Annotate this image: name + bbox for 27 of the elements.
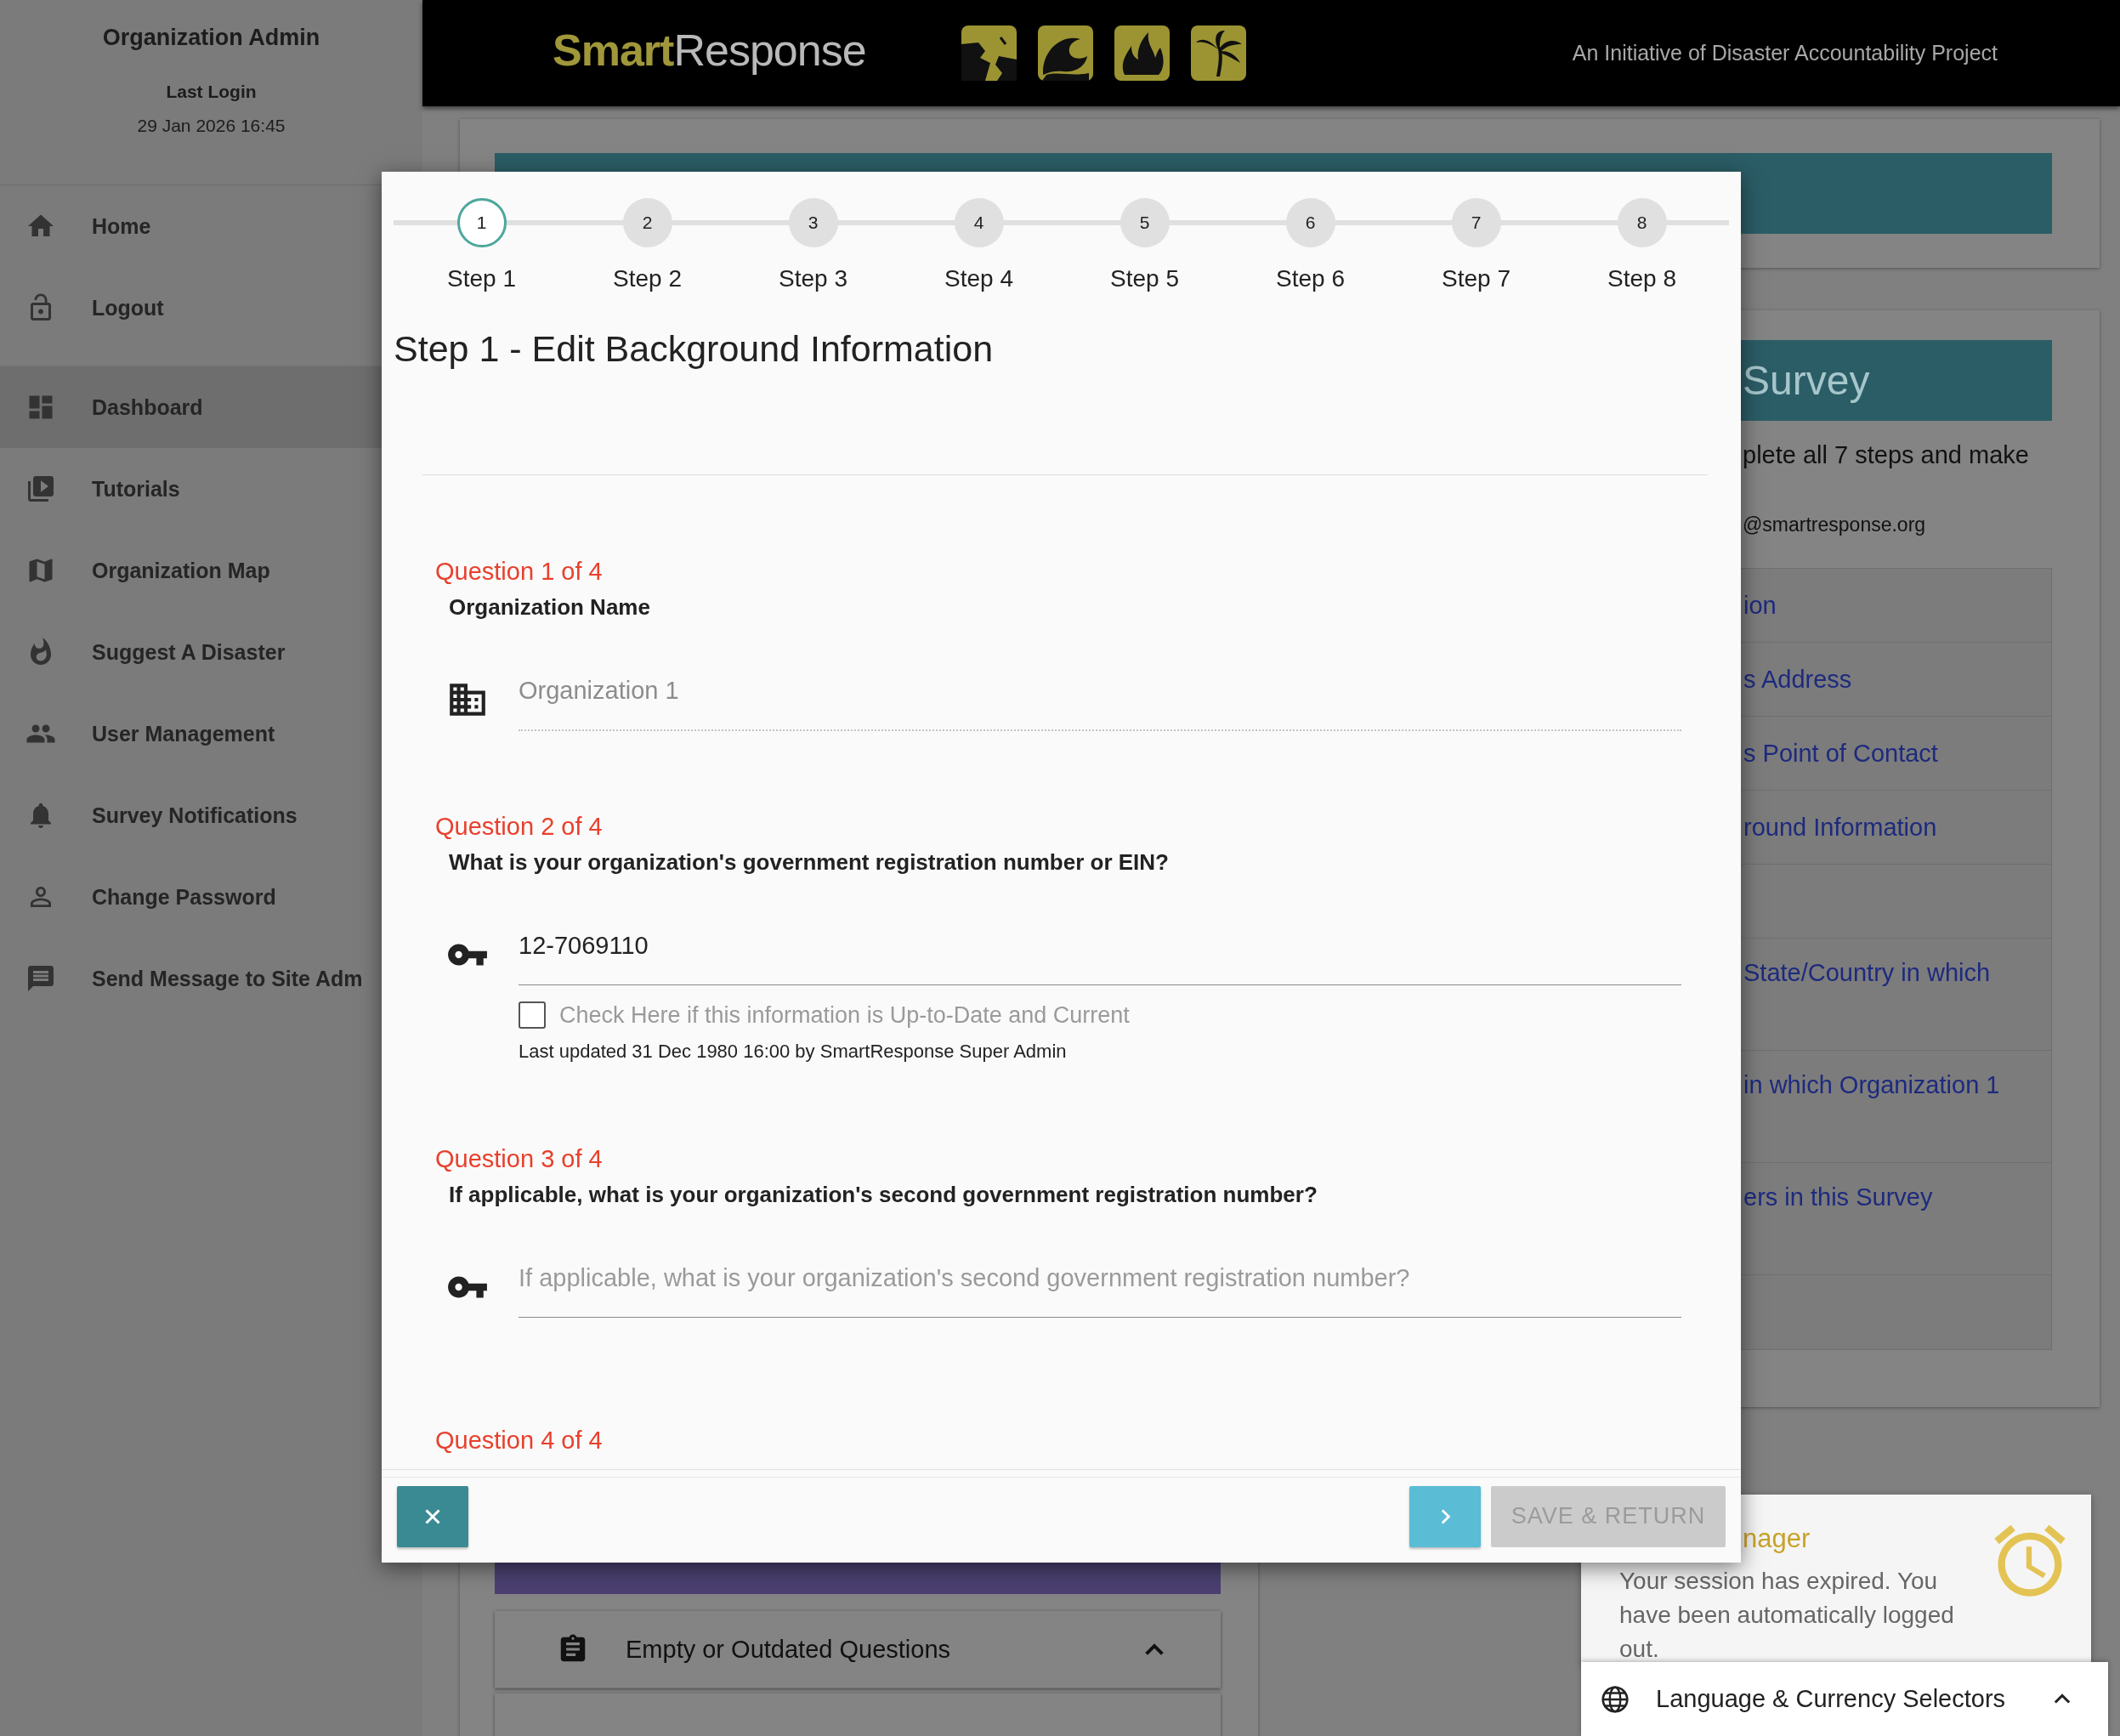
checkbox-label: Check Here if this information is Up-to-Date and Current bbox=[559, 1001, 1130, 1029]
intro-text: plete all 7 steps and make bbox=[1743, 440, 2030, 470]
step-label: Step 7 bbox=[1442, 264, 1511, 293]
step-label: Step 1 bbox=[447, 264, 516, 293]
question-counter: Question 4 of 4 bbox=[435, 1426, 604, 1455]
question-text: If applicable, what is your organization's second government registration number? bbox=[448, 1181, 1318, 1209]
step-label: Step 8 bbox=[1607, 264, 1676, 293]
step-label: Step 6 bbox=[1276, 264, 1345, 293]
question-counter: Question 2 of 4 bbox=[435, 812, 604, 842]
banner-title: Survey bbox=[1743, 357, 1870, 404]
toast-message: Your session has expired. You have been automatically logged out. bbox=[1619, 1567, 1955, 1664]
toast-title: nager bbox=[1742, 1523, 1811, 1555]
tagline: An Initiative of Disaster Accountability Project bbox=[1572, 41, 1998, 65]
email-text: @smartresponse.org bbox=[1743, 513, 1927, 537]
last-login-label: Last Login bbox=[166, 81, 257, 103]
smartresponse-logo: SmartResponse bbox=[553, 24, 866, 76]
last-updated-note: Last updated 31 Dec 1980 16:00 by SmartResponse Super Admin bbox=[519, 1040, 1068, 1064]
step-label: Step 2 bbox=[613, 264, 682, 293]
step-label: Step 3 bbox=[779, 264, 847, 293]
question-counter: Question 1 of 4 bbox=[435, 557, 604, 587]
question-counter: Question 3 of 4 bbox=[435, 1144, 604, 1174]
question-text: What is your organization's government registration number or EIN? bbox=[448, 848, 1170, 877]
question-text: Organization Name bbox=[448, 593, 651, 621]
user-role: Organization Admin bbox=[102, 24, 320, 52]
step-label: Step 5 bbox=[1110, 264, 1179, 293]
last-login-date: 29 Jan 2026 16:45 bbox=[137, 115, 286, 137]
step-label: Step 4 bbox=[944, 264, 1013, 293]
